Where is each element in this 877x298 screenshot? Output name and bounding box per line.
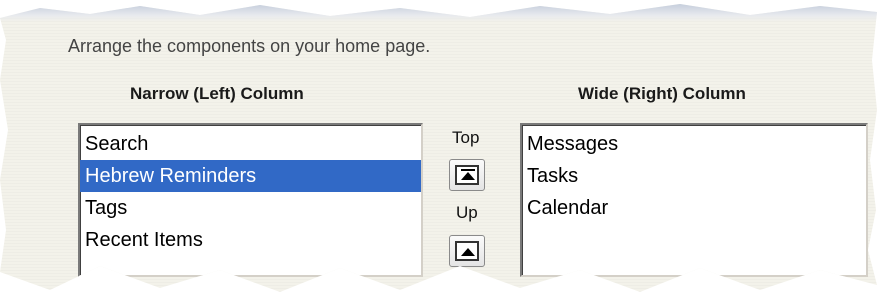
list-item-calendar[interactable]: Calendar (522, 192, 866, 224)
top-label: Top (452, 128, 480, 147)
move-up-button[interactable] (449, 235, 485, 267)
list-item-search[interactable]: Search (80, 128, 421, 160)
list-item-messages[interactable]: Messages (522, 128, 866, 160)
left-column-listbox[interactable]: Search Hebrew Reminders Tags Recent Item… (78, 123, 423, 277)
move-to-top-icon (461, 169, 475, 180)
list-item-tags[interactable]: Tags (80, 192, 421, 224)
move-up-icon (461, 248, 475, 256)
list-item-recent-items[interactable]: Recent Items (80, 224, 421, 256)
right-column-heading: Wide (Right) Column (578, 84, 746, 103)
list-item-tasks[interactable]: Tasks (522, 160, 866, 192)
torn-panel: Arrange the components on your home page… (0, 4, 877, 292)
right-column-listbox[interactable]: Messages Tasks Calendar (520, 123, 868, 277)
top-banner-strip (0, 4, 877, 22)
left-column-heading: Narrow (Left) Column (130, 84, 304, 103)
up-label: Up (456, 203, 478, 222)
instruction-text: Arrange the components on your home page… (68, 36, 431, 56)
move-to-top-button[interactable] (449, 159, 485, 191)
list-item-hebrew-reminders[interactable]: Hebrew Reminders (80, 160, 421, 192)
